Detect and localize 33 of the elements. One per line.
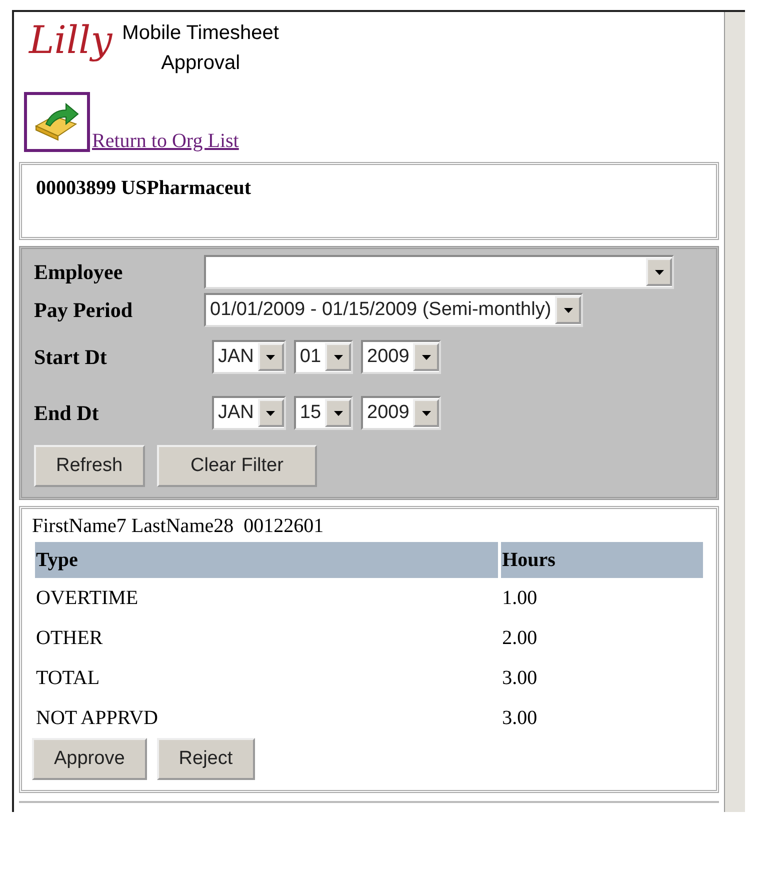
return-icon[interactable] <box>24 92 90 152</box>
filter-button[interactable]: Refresh <box>34 445 145 487</box>
filter-label: Employee <box>34 260 124 284</box>
org-name: 00003899 USPharmaceut <box>36 177 251 199</box>
column-header: Type <box>35 542 498 578</box>
filter-label: End Dt <box>34 400 100 426</box>
dropdown[interactable]: 2009 <box>361 396 442 430</box>
dropdown[interactable]: 01 <box>294 340 354 374</box>
dropdown[interactable]: 01/01/2009 - 01/15/2009 (Semi-monthly) <box>204 293 584 327</box>
table-cell-text: NOT APPRVD <box>35 706 159 730</box>
table-cell-text: OVERTIME <box>35 586 140 610</box>
table-cell-text: 3.00 <box>501 706 538 730</box>
table-cell-text: OTHER <box>35 626 104 650</box>
dropdown[interactable]: JAN <box>212 340 286 374</box>
dropdown[interactable]: JAN <box>212 396 286 430</box>
employee-name: FirstName7 LastName28 00122601 <box>32 515 324 537</box>
dropdown[interactable]: 15 <box>294 396 354 430</box>
scrollbar[interactable] <box>724 12 745 812</box>
action-button[interactable]: Approve <box>32 738 147 780</box>
filter-label: Start Dt <box>34 344 108 370</box>
table-cell-text: TOTAL <box>35 666 101 690</box>
page-title: Approval <box>161 51 240 76</box>
logo: Lilly <box>28 18 112 62</box>
filter-button[interactable]: Clear Filter <box>156 445 318 487</box>
return-link[interactable]: Return to Org List <box>92 130 239 152</box>
action-button[interactable]: Reject <box>156 738 255 780</box>
column-header: Hours <box>501 542 704 578</box>
filter-label: Pay Period <box>34 298 134 322</box>
dropdown[interactable]: 2009 <box>361 340 442 374</box>
table-cell-text: 3.00 <box>501 666 538 690</box>
table-cell-text: 2.00 <box>501 626 538 650</box>
table-cell-text: 1.00 <box>501 586 538 610</box>
page-title: Mobile Timesheet <box>122 21 279 46</box>
